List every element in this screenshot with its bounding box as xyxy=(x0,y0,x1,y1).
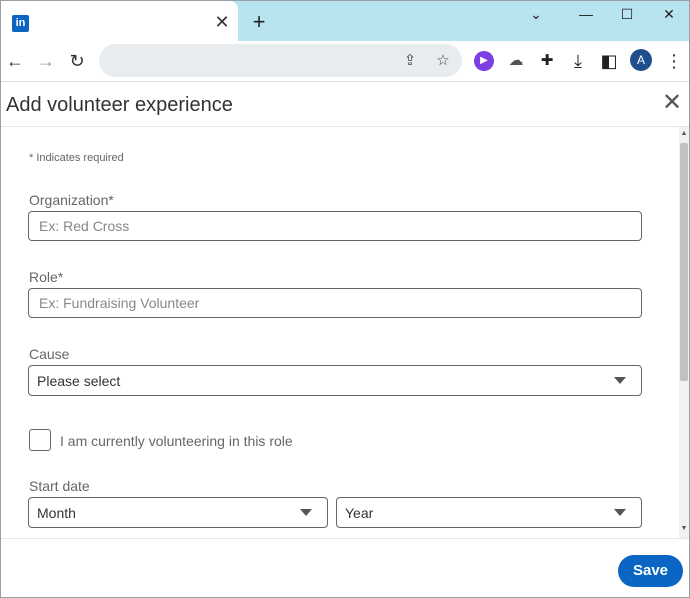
modal-scrollbar[interactable]: ▲ ▼ xyxy=(679,127,689,538)
cause-label: Cause xyxy=(29,346,70,362)
start-month-value: Month xyxy=(37,505,76,521)
cause-selected-value: Please select xyxy=(37,373,121,389)
cause-select[interactable]: Please select xyxy=(28,365,642,396)
browser-window: in ✕ + ⌄ — ☐ ✕ ← → ↻ ⇪ ☆ ▶ ☁ ✚ ⤓ ◧ A ⋮ A… xyxy=(0,0,690,598)
start-year-select[interactable]: Year xyxy=(336,497,642,528)
organization-label: Organization* xyxy=(29,192,114,208)
currently-volunteering-checkbox[interactable] xyxy=(29,429,51,451)
cloud-extension-icon[interactable]: ☁ xyxy=(506,51,526,71)
organization-input[interactable] xyxy=(28,211,642,241)
scroll-down-arrow-icon[interactable]: ▼ xyxy=(679,524,689,534)
linkedin-icon: in xyxy=(12,15,29,32)
scroll-up-arrow-icon[interactable]: ▲ xyxy=(679,129,689,139)
required-note: * Indicates required xyxy=(29,152,124,164)
forward-icon[interactable]: → xyxy=(35,50,57,72)
currently-volunteering-label[interactable]: I am currently volunteering in this role xyxy=(60,433,293,449)
share-icon[interactable]: ⇪ xyxy=(401,52,419,70)
bookmark-star-icon[interactable]: ☆ xyxy=(434,52,452,70)
start-month-select[interactable]: Month xyxy=(28,497,328,528)
tab-strip: in ✕ + ⌄ — ☐ ✕ xyxy=(1,1,689,41)
close-icon[interactable]: ✕ xyxy=(661,91,683,115)
chevron-down-icon xyxy=(300,509,312,516)
more-menu-icon[interactable]: ⋮ xyxy=(665,50,683,72)
tab-search-chevron-icon[interactable]: ⌄ xyxy=(526,5,546,23)
tab-close-icon[interactable]: ✕ xyxy=(213,13,231,31)
reload-icon[interactable]: ↻ xyxy=(66,50,88,72)
play-extension-icon[interactable]: ▶ xyxy=(474,51,494,71)
download-icon[interactable]: ⤓ xyxy=(568,51,588,71)
avatar[interactable]: A xyxy=(630,49,652,71)
browser-toolbar: ← → ↻ ⇪ ☆ ▶ ☁ ✚ ⤓ ◧ A ⋮ xyxy=(1,41,689,82)
chevron-down-icon xyxy=(614,509,626,516)
back-icon[interactable]: ← xyxy=(4,50,26,72)
side-panel-icon[interactable]: ◧ xyxy=(599,51,619,71)
tab-linkedin[interactable]: in ✕ xyxy=(1,1,238,41)
maximize-icon[interactable]: ☐ xyxy=(617,5,637,23)
scroll-thumb[interactable] xyxy=(680,143,688,381)
start-year-value: Year xyxy=(345,505,374,521)
role-label: Role* xyxy=(29,269,64,285)
new-tab-button[interactable]: + xyxy=(248,11,270,33)
puzzle-icon[interactable]: ✚ xyxy=(537,51,557,71)
modal-body: * Indicates required Organization* Role*… xyxy=(1,127,679,538)
chevron-down-icon xyxy=(614,377,626,384)
address-bar[interactable]: ⇪ ☆ xyxy=(99,44,462,77)
save-button[interactable]: Save xyxy=(618,555,683,587)
role-input[interactable] xyxy=(28,288,642,318)
modal-title: Add volunteer experience xyxy=(6,94,233,116)
modal-header: Add volunteer experience ✕ xyxy=(1,82,689,127)
minimize-icon[interactable]: — xyxy=(576,5,596,23)
modal-footer: Save xyxy=(1,538,689,597)
window-close-icon[interactable]: ✕ xyxy=(659,5,679,23)
start-date-label: Start date xyxy=(29,478,90,494)
